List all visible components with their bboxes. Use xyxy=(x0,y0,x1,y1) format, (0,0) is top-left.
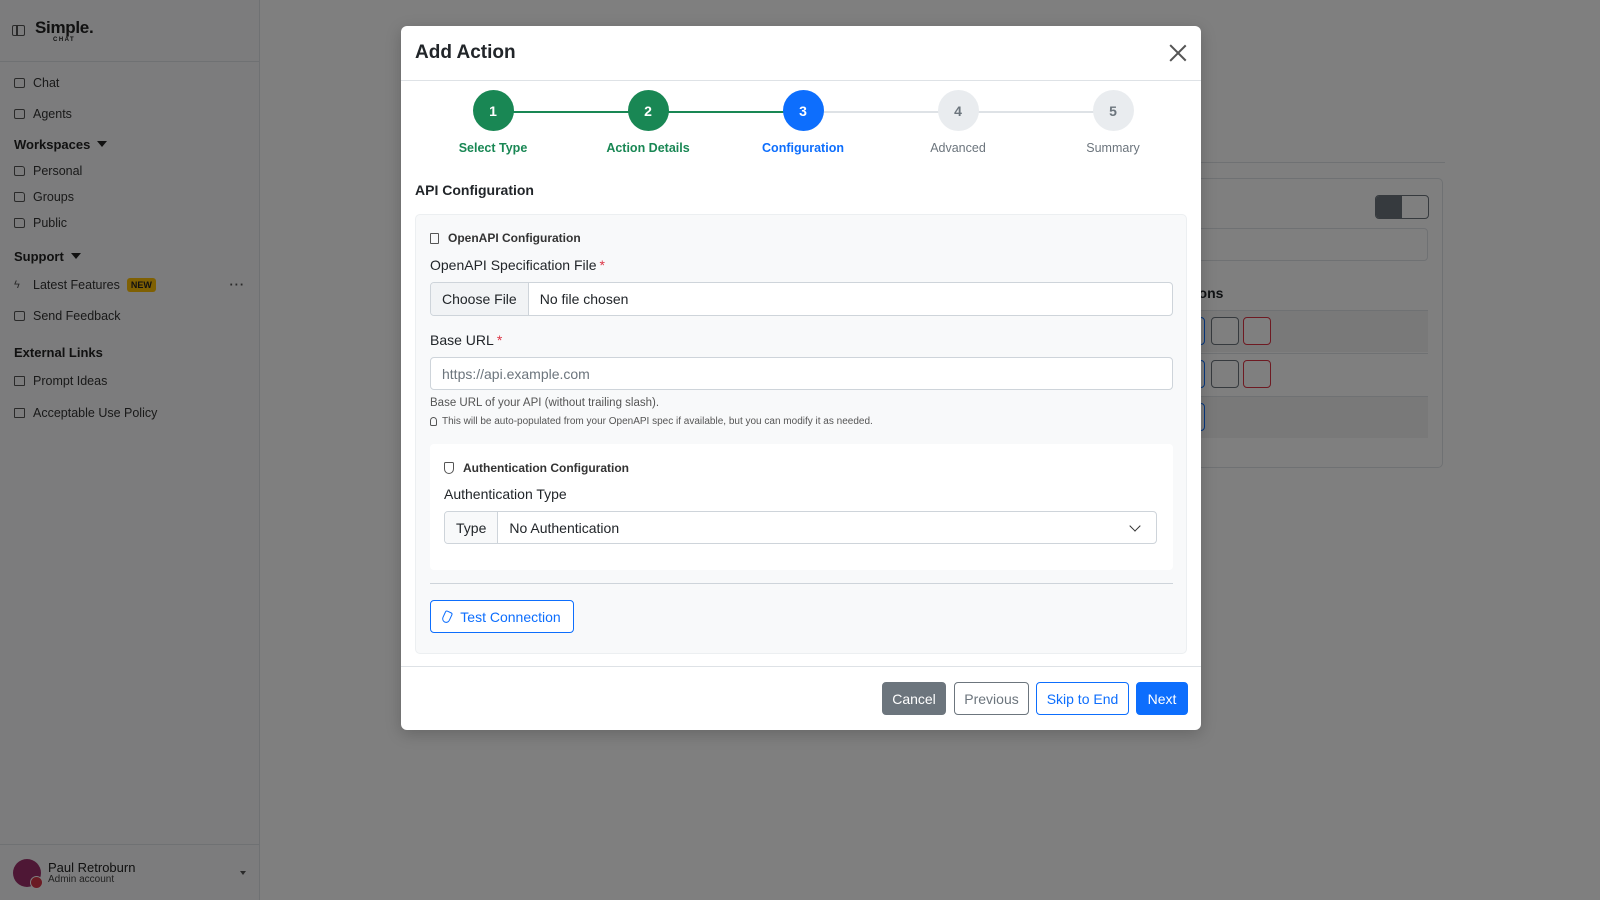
plug-icon xyxy=(441,609,454,624)
step-summary[interactable]: 5 Summary xyxy=(1048,90,1178,155)
spec-file-label: OpenAPI Specification File * xyxy=(430,257,605,273)
step-number: 5 xyxy=(1092,90,1134,131)
base-url-help: Base URL of your API (without trailing s… xyxy=(430,397,660,409)
lightbulb-icon xyxy=(430,417,437,426)
openapi-config-card: OpenAPI Configuration OpenAPI Specificat… xyxy=(415,214,1187,654)
step-advanced[interactable]: 4 Advanced xyxy=(893,90,1023,155)
step-label: Action Details xyxy=(606,141,690,155)
skip-to-end-button[interactable]: Skip to End xyxy=(1036,682,1129,715)
shield-icon xyxy=(444,462,454,474)
base-url-label: Base URL * xyxy=(430,332,502,348)
openapi-heading: OpenAPI Configuration xyxy=(430,231,581,245)
file-status: No file chosen xyxy=(539,291,629,307)
base-url-input[interactable]: https://api.example.com xyxy=(430,357,1173,390)
step-label: Select Type xyxy=(458,141,528,155)
base-url-label-text: Base URL xyxy=(430,332,494,348)
auth-type-addon: Type xyxy=(445,512,499,543)
modal-footer: Cancel Previous Skip to End Next xyxy=(401,666,1201,730)
section-title: API Configuration xyxy=(415,182,534,198)
step-number: 3 xyxy=(782,90,824,131)
add-action-modal: Add Action 1 Select Type 2 Action Detail… xyxy=(401,26,1201,730)
auth-heading: Authentication Configuration xyxy=(444,461,629,475)
previous-button[interactable]: Previous xyxy=(954,682,1029,715)
choose-file-button[interactable]: Choose File xyxy=(431,283,529,315)
test-connection-label: Test Connection xyxy=(460,608,561,625)
base-url-hint-text: This will be auto-populated from your Op… xyxy=(442,416,873,427)
required-mark: * xyxy=(496,332,503,348)
step-label: Advanced xyxy=(930,141,986,155)
step-label: Configuration xyxy=(762,141,844,155)
step-label: Summary xyxy=(1086,141,1140,155)
next-button[interactable]: Next xyxy=(1136,682,1188,715)
modal-title: Add Action xyxy=(415,42,516,63)
auth-heading-text: Authentication Configuration xyxy=(463,461,629,475)
modal-header: Add Action xyxy=(401,26,1201,81)
auth-config-card: Authentication Configuration Authenticat… xyxy=(430,444,1173,570)
step-select-type[interactable]: 1 Select Type xyxy=(428,90,558,155)
step-action-details[interactable]: 2 Action Details xyxy=(583,90,713,155)
step-number: 1 xyxy=(472,90,514,131)
chevron-down-icon xyxy=(1129,519,1141,532)
auth-type-select[interactable]: Type No Authentication xyxy=(444,511,1157,544)
cancel-button[interactable]: Cancel xyxy=(882,682,946,715)
stepper: 1 Select Type 2 Action Details 3 Configu… xyxy=(401,90,1201,160)
base-url-hint: This will be auto-populated from your Op… xyxy=(430,416,873,427)
test-connection-button[interactable]: Test Connection xyxy=(430,600,574,633)
auth-type-label: Authentication Type xyxy=(444,486,567,502)
close-icon[interactable] xyxy=(1169,44,1187,62)
step-number: 4 xyxy=(937,90,979,131)
step-number: 2 xyxy=(627,90,669,131)
divider xyxy=(430,583,1173,584)
openapi-file-input[interactable]: Choose File No file chosen xyxy=(430,282,1173,316)
spec-file-label-text: OpenAPI Specification File xyxy=(430,257,597,273)
file-code-icon xyxy=(430,232,439,244)
required-mark: * xyxy=(599,257,605,273)
auth-type-value: No Authentication xyxy=(509,519,620,536)
step-configuration[interactable]: 3 Configuration xyxy=(738,90,868,155)
openapi-heading-text: OpenAPI Configuration xyxy=(448,231,581,245)
